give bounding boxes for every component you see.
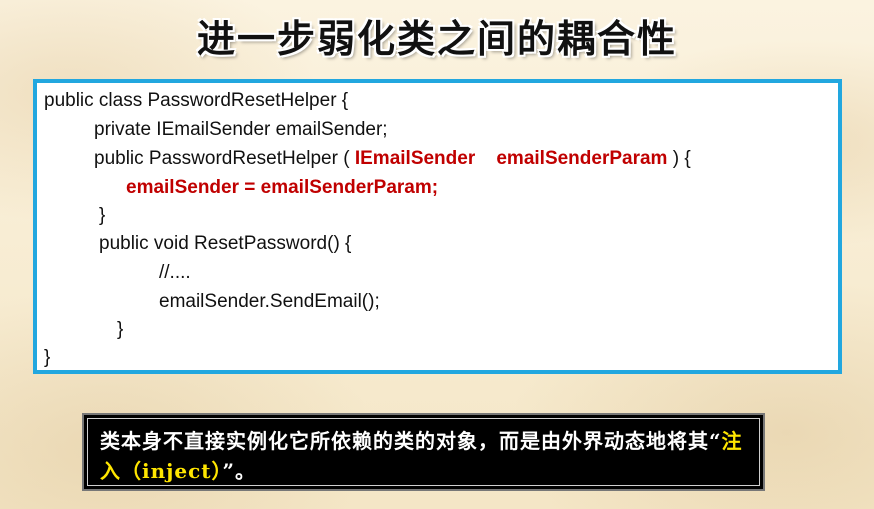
explanation-note-text: 类本身不直接实例化它所依赖的类的对象，而是由外界动态地将其“注入（inject）… <box>100 426 750 486</box>
constructor-signature: public PasswordResetHelper ( <box>94 148 355 169</box>
code-line-class-close: } <box>44 347 51 368</box>
code-line-method-close: } <box>117 319 124 340</box>
slide-title: 进一步弱化类之间的耦合性 <box>196 17 677 61</box>
code-line-field-declaration: private IEmailSender emailSender; <box>94 119 388 140</box>
code-line-method-call: emailSender.SendEmail(); <box>159 291 380 312</box>
code-line-method-declaration: public void ResetPassword() { <box>99 233 352 254</box>
code-line-assignment: emailSender = emailSenderParam; <box>126 177 439 198</box>
code-line-class-declaration: public class PasswordResetHelper { <box>44 90 349 111</box>
constructor-signature-end: ) { <box>667 148 691 169</box>
note-text-part1: 类本身不直接实例化它所依赖的类的对象，而是由外界动态地将其“ <box>100 429 722 453</box>
note-text-part2: ”。 <box>222 459 257 483</box>
code-line-constructor-close: } <box>99 205 106 226</box>
explanation-note-box: 类本身不直接实例化它所依赖的类的对象，而是由外界动态地将其“注入（inject）… <box>82 413 765 491</box>
constructor-param-name: emailSenderParam <box>496 148 668 169</box>
code-line-comment: //.... <box>159 262 191 283</box>
code-line-constructor: public PasswordResetHelper ( IEmailSende… <box>94 148 691 170</box>
code-block: public class PasswordResetHelper { priva… <box>33 79 842 374</box>
constructor-param-type: IEmailSender <box>354 148 476 169</box>
